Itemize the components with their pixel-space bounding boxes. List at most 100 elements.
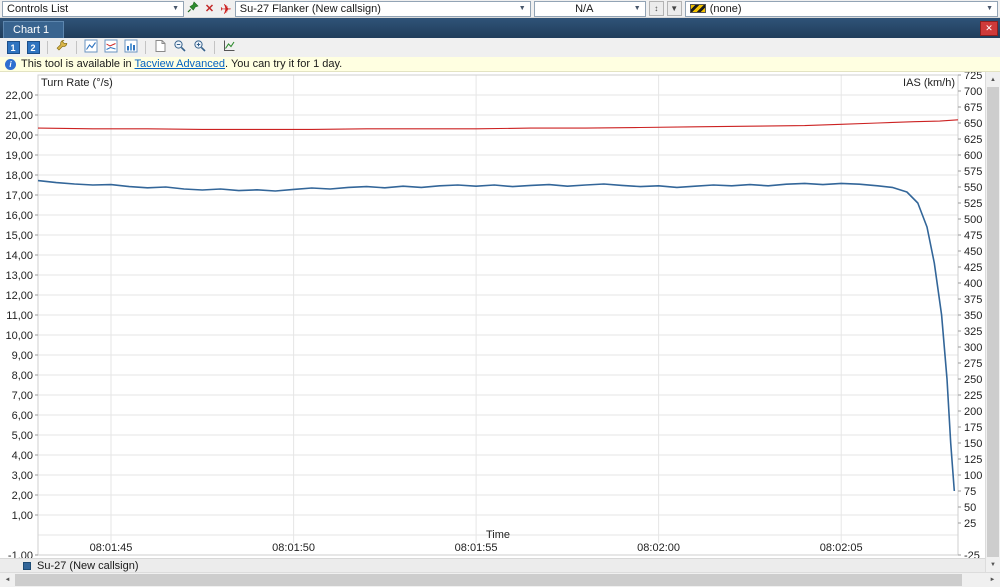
right-tick-label: 575 [964,166,982,178]
right-tick-label: 725 [964,72,982,82]
legend-label: Su-27 (New callsign) [37,559,139,572]
close-chart-button[interactable]: ✕ [980,21,998,36]
reset-view-button[interactable] [220,39,238,56]
x-tick-label: 08:02:00 [637,542,680,554]
left-tick-label: 13,00 [5,270,33,282]
right-tick-label: 550 [964,182,982,194]
right-tick-label: 700 [964,86,982,98]
trial-info-suffix: . You can try it for 1 day. [225,58,343,70]
right-tick-label: 275 [964,358,982,370]
right-tick-label: 375 [964,294,982,306]
left-axis-title: Turn Rate (°/s) [41,77,113,89]
tab-chart-1-label: Chart 1 [13,24,50,36]
chart-svg[interactable]: 22,00 21,00 20,00 19,00 18,00 17,00 16,00 15,00… [0,70,985,562]
wrench-icon [55,39,69,56]
telemetry-source-value: (none) [709,2,742,15]
tacview-advanced-link[interactable]: Tacview Advanced [135,58,226,70]
right-tick-label: 650 [964,118,982,130]
right-tick-label: 225 [964,390,982,402]
line-chart-icon [84,39,98,56]
aircraft-combo[interactable]: Su-27 Flanker (New callsign) ▼ [234,0,531,17]
left-tick-label: 4,00 [12,450,33,462]
right-tick-label: 525 [964,198,982,210]
controls-list-combo[interactable]: Controls List ▼ [2,0,184,17]
secondary-object-value: N/A [575,2,594,15]
chart-layout-b-button[interactable] [102,39,120,56]
series-turn-rate [37,179,956,492]
left-tick-label: 20,00 [5,130,33,142]
zoom-in-button[interactable] [191,39,209,56]
scroll-down-icon[interactable]: ▼ [986,557,1000,572]
right-tick-label: 150 [964,438,982,450]
controls-list-value: Controls List [7,2,69,15]
trial-info-text: This tool is available in Tacview Advanc… [21,58,342,70]
right-tick-label: 325 [964,326,982,338]
chart-window-titlebar: Chart 1 ✕ [0,18,1000,38]
chevron-down-icon: ▼ [172,5,179,12]
secondary-object-combo[interactable]: N/A ▼ [533,0,646,17]
right-tick-label: 425 [964,262,982,274]
aircraft-icon: ✈ [220,0,232,17]
vertical-scroll-thumb[interactable] [987,87,999,557]
info-icon: i [5,58,16,70]
left-tick-label: 6,00 [12,410,33,422]
zoom-out-button[interactable] [171,39,189,56]
right-tick-label: 125 [964,454,982,466]
right-tick-label: 600 [964,150,982,162]
left-tick-label: -1,00 [8,550,33,558]
vertical-scrollbar[interactable]: ▲ ▼ [985,72,1000,572]
right-tick-label: 625 [964,134,982,146]
x-tick-label: 08:01:55 [455,542,498,554]
trial-info-bar: i This tool is available in Tacview Adva… [0,57,1000,72]
right-tick-label: 400 [964,278,982,290]
chart-layout-c-button[interactable] [122,39,140,56]
right-tick-label: 350 [964,310,982,322]
x-tick-label: 08:01:45 [90,542,133,554]
legend-bar: Su-27 (New callsign) [0,558,985,572]
export-chart-button[interactable] [151,39,169,56]
left-tick-label: 7,00 [12,390,33,402]
preset-1-button[interactable]: 1 [4,39,22,56]
pin-icon[interactable] [187,1,199,16]
magnifier-minus-icon [173,39,187,56]
right-tick-label: 75 [964,486,976,498]
chart-settings-button[interactable] [53,39,71,56]
chevron-down-icon: ▼ [986,5,993,12]
right-tick-label: 675 [964,102,982,114]
chart-area[interactable]: 22,00 21,00 20,00 19,00 18,00 17,00 16,00 15,00… [0,70,985,562]
toolbar-separator [47,41,48,54]
preset-2-button[interactable]: 2 [24,39,42,56]
x-tick-label: 08:02:05 [820,542,863,554]
top-toolbar: Controls List ▼ ✕ ✈ Su-27 Flanker (New c… [0,0,1000,18]
x-axis-title: Time [486,529,510,541]
scroll-up-icon[interactable]: ▲ [986,72,1000,87]
right-axis-title: IAS (km/h) [903,77,955,89]
left-tick-label: 12,00 [5,290,33,302]
series-ias [37,119,959,130]
horizontal-scroll-thumb[interactable] [15,574,962,586]
magnifier-plus-icon [193,39,207,56]
right-tick-label: 175 [964,422,982,434]
document-icon [153,39,167,56]
right-tick-label: 500 [964,214,982,226]
scroll-right-icon[interactable]: ► [985,573,1000,587]
right-tick-label: 450 [964,246,982,258]
left-tick-label: 3,00 [12,470,33,482]
right-tick-label: 300 [964,342,982,354]
object-options-dropdown[interactable]: ▼ [666,1,682,16]
left-tick-label: 19,00 [5,150,33,162]
left-tick-label: 21,00 [5,110,33,122]
swap-objects-button[interactable]: ↕ [648,1,664,16]
left-tick-label: 8,00 [12,370,33,382]
right-tick-label: 250 [964,374,982,386]
telemetry-source-combo[interactable]: (none) ▼ [684,0,998,17]
tab-chart-1[interactable]: Chart 1 [3,21,65,38]
horizontal-scrollbar[interactable]: ◄ ► [0,572,1000,587]
right-tick-label: 100 [964,470,982,482]
chart-layout-a-button[interactable] [82,39,100,56]
scroll-left-icon[interactable]: ◄ [0,573,15,587]
toolbar-separator [76,41,77,54]
close-panel-icon[interactable]: ✕ [202,2,217,15]
dual-line-chart-icon [104,39,118,56]
left-tick-label: 9,00 [12,350,33,362]
